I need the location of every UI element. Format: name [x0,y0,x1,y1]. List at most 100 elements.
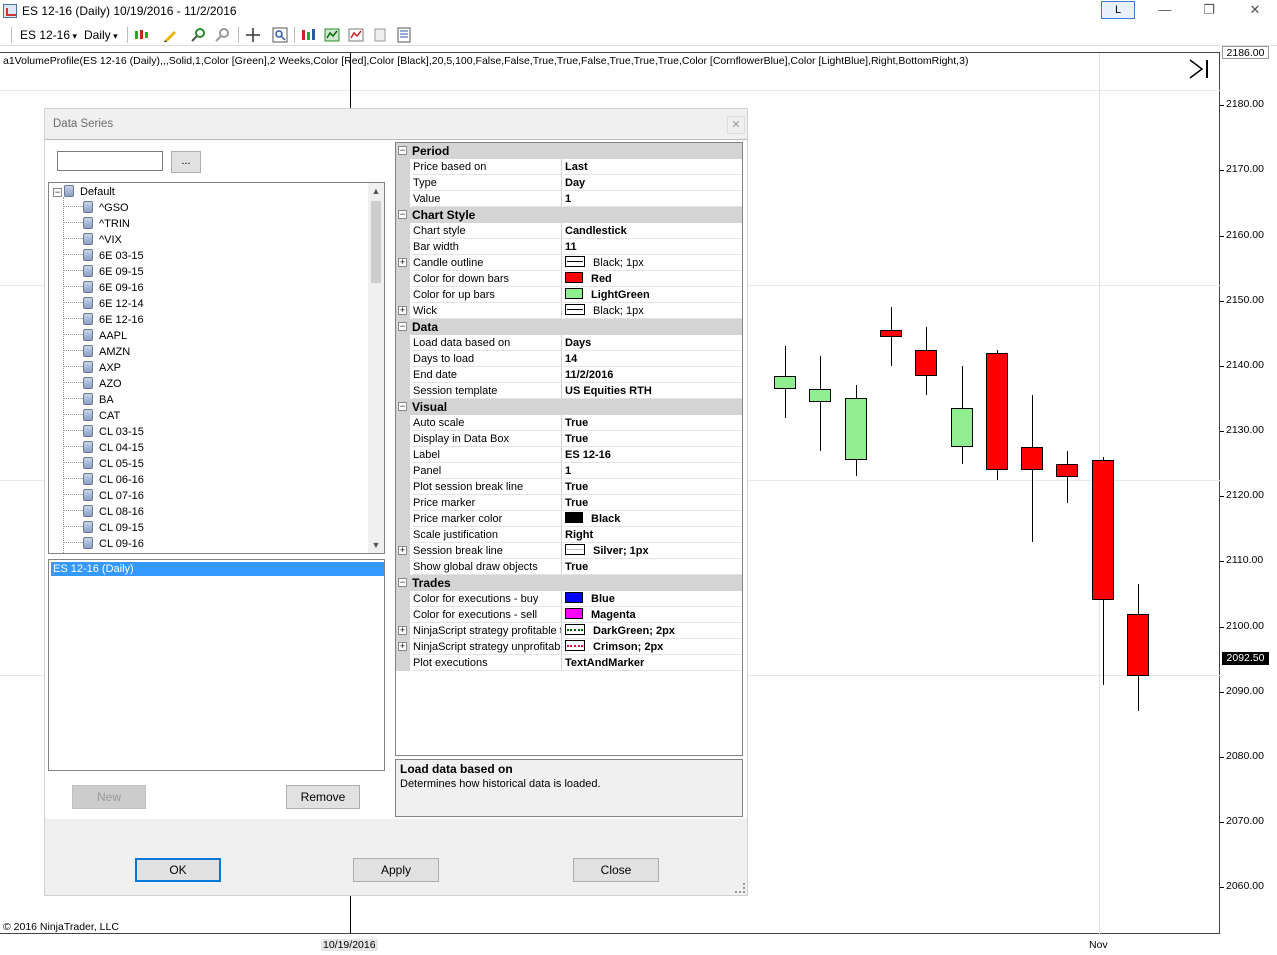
candle-body[interactable] [1056,464,1078,477]
properties-icon[interactable] [396,27,412,43]
property-row[interactable]: Panel 1 [396,463,742,479]
property-value[interactable]: ES 12-16 [563,447,742,463]
tree-item-instrument[interactable]: 6E 12-16 [63,312,144,328]
property-row[interactable]: Auto scale True [396,415,742,431]
property-row[interactable]: + Session break line Silver; 1px [396,543,742,559]
tree-item-instrument[interactable]: CL 08-16 [63,504,144,520]
tree-item-instrument[interactable]: ^VIX [63,232,122,248]
expand-icon[interactable]: + [398,626,407,635]
tree-item-instrument[interactable]: AAPL [63,328,127,344]
interval-selector[interactable]: Daily [84,28,118,42]
minimize-button[interactable]: — [1150,2,1180,18]
tree-item-instrument[interactable]: 6E 09-15 [63,264,144,280]
candle-body[interactable] [951,408,973,447]
tree-item-instrument[interactable]: ^GSO [63,200,129,216]
expand-icon[interactable]: + [398,546,407,555]
property-value[interactable]: True [563,431,742,447]
property-row[interactable]: Load data based on Days [396,335,742,351]
property-row[interactable]: Color for down bars Red [396,271,742,287]
scroll-to-end-icon[interactable] [1187,58,1213,80]
property-value[interactable]: Magenta [563,607,742,623]
candle-body[interactable] [915,350,937,376]
scroll-down-icon[interactable]: ▼ [368,537,384,553]
data-box-icon[interactable] [272,27,288,43]
tree-item-instrument[interactable]: CAT [63,408,120,424]
candle-body[interactable] [1021,447,1043,470]
close-button[interactable]: Close [573,858,659,882]
expand-icon[interactable]: + [398,258,407,267]
property-value[interactable]: 14 [563,351,742,367]
property-row[interactable]: Session template US Equities RTH [396,383,742,399]
tree-item-instrument[interactable]: CL 06-16 [63,472,144,488]
resize-grip-icon[interactable] [735,883,745,893]
templates-icon[interactable] [372,27,388,43]
collapse-icon[interactable]: − [398,402,407,411]
collapse-icon[interactable]: − [398,578,407,587]
property-row[interactable]: + Candle outline Black; 1px [396,255,742,271]
dialog-close-icon[interactable]: ✕ [727,116,745,134]
property-row[interactable]: Price marker color Black [396,511,742,527]
layout-button[interactable]: L [1101,1,1135,19]
property-row[interactable]: Plot session break line True [396,479,742,495]
collapse-icon[interactable]: − [53,188,62,197]
collapse-icon[interactable]: − [398,146,407,155]
candle-body[interactable] [1127,614,1149,676]
close-window-button[interactable]: ✕ [1240,2,1270,18]
property-value[interactable]: TextAndMarker [563,655,742,671]
property-row[interactable]: Price marker True [396,495,742,511]
property-row[interactable]: + NinjaScript strategy unprofitable Crimso… [396,639,742,655]
property-row[interactable]: + NinjaScript strategy profitable t DarkGr… [396,623,742,639]
property-value[interactable]: DarkGreen; 2px [563,623,742,639]
new-button[interactable]: New [72,785,146,809]
scroll-up-icon[interactable]: ▲ [368,183,384,199]
tree-item-instrument[interactable]: CL 03-15 [63,424,144,440]
property-row[interactable]: Days to load 14 [396,351,742,367]
property-category[interactable]: − Period [396,143,742,159]
candle-body[interactable] [845,398,867,460]
property-category[interactable]: − Chart Style [396,207,742,223]
instrument-search-input[interactable] [57,151,163,171]
series-item-selected[interactable]: ES 12-16 (Daily) [51,562,384,576]
property-value[interactable]: True [563,559,742,575]
expand-icon[interactable]: + [398,642,407,651]
tree-item-instrument[interactable]: 6E 03-15 [63,248,144,264]
property-row[interactable]: + Wick Black; 1px [396,303,742,319]
tree-item-instrument[interactable]: CL 05-15 [63,456,144,472]
property-value[interactable]: Days [563,335,742,351]
property-value[interactable]: US Equities RTH [563,383,742,399]
property-row[interactable]: Chart style Candlestick [396,223,742,239]
property-value[interactable]: 11/2/2016 [563,367,742,383]
tree-item-instrument[interactable]: BA [63,392,114,408]
crosshair-icon[interactable] [245,27,261,43]
property-row[interactable]: Bar width 11 [396,239,742,255]
drawing-tools-icon[interactable] [162,27,178,43]
collapse-icon[interactable]: − [398,322,407,331]
property-value[interactable]: 1 [563,191,742,207]
property-category[interactable]: − Visual [396,399,742,415]
property-value[interactable]: True [563,415,742,431]
zoom-out-icon[interactable] [214,27,230,43]
property-row[interactable]: End date 11/2/2016 [396,367,742,383]
property-value[interactable]: 1 [563,463,742,479]
property-value[interactable]: 11 [563,239,742,255]
property-row[interactable]: Color for up bars LightGreen [396,287,742,303]
tree-item-instrument[interactable]: CL 09-16 [63,536,144,552]
candle-body[interactable] [774,376,796,389]
property-value[interactable]: Candlestick [563,223,742,239]
tree-item-instrument[interactable]: CL 04-15 [63,440,144,456]
candle-body[interactable] [809,389,831,402]
candle-body[interactable] [1092,460,1114,600]
apply-button[interactable]: Apply [353,858,439,882]
strategies-icon[interactable] [324,27,340,43]
property-value[interactable]: True [563,479,742,495]
property-row[interactable]: Price based on Last [396,159,742,175]
property-row[interactable]: Value 1 [396,191,742,207]
property-value[interactable]: Black; 1px [563,255,742,271]
property-row[interactable]: Plot executions TextAndMarker [396,655,742,671]
property-value[interactable]: LightGreen [563,287,742,303]
tree-item-instrument[interactable]: 6E 12-14 [63,296,144,312]
tree-item-instrument[interactable]: ^TRIN [63,216,130,232]
tree-item-instrument[interactable]: 6E 09-16 [63,280,144,296]
property-row[interactable]: Color for executions - buy Blue [396,591,742,607]
expand-icon[interactable]: + [398,306,407,315]
